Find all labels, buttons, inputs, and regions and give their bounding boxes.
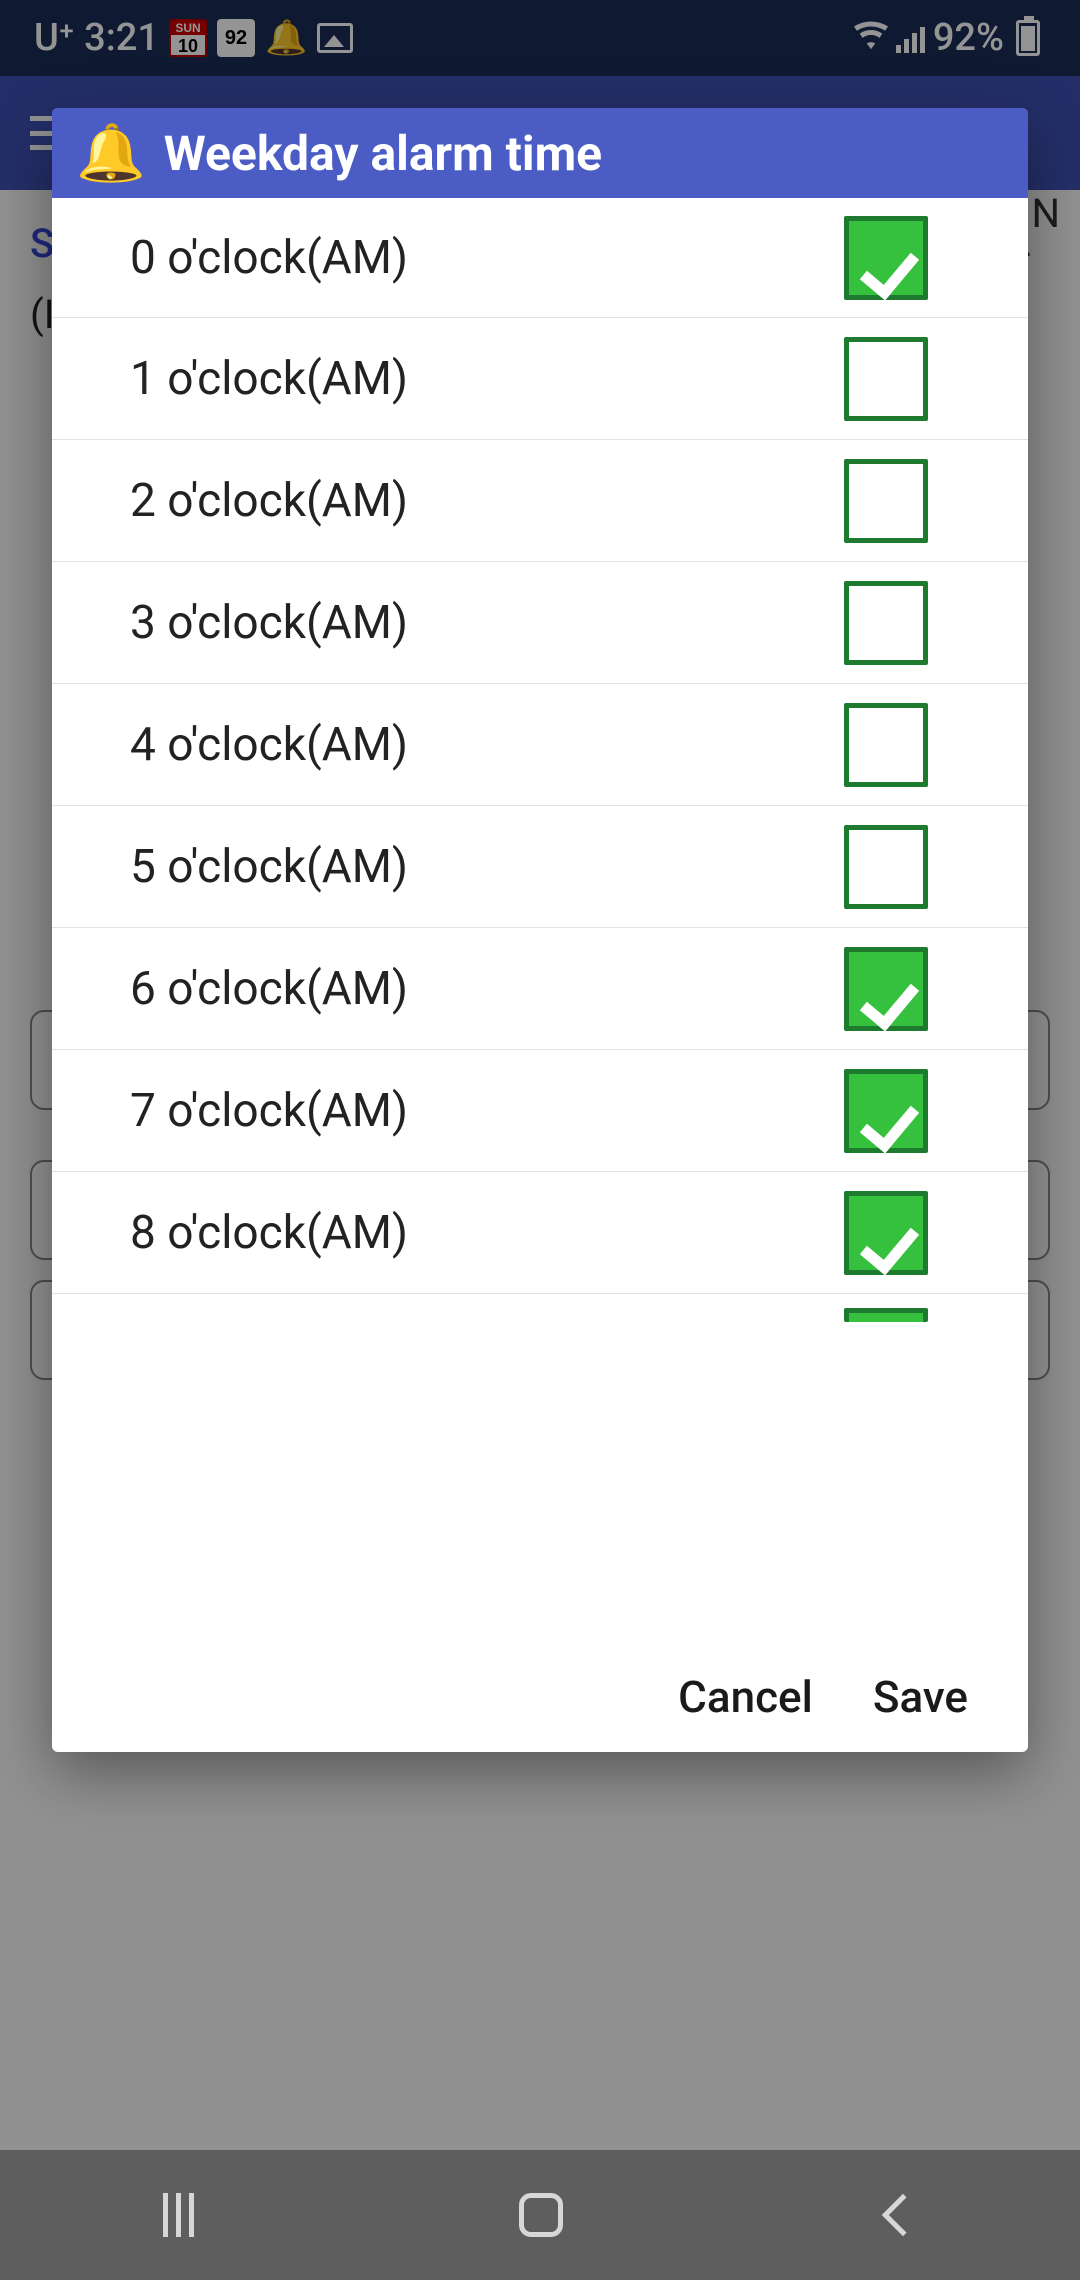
alarm-time-label: 7 o'clock(AM) [130, 1084, 408, 1138]
alarm-time-label: 6 o'clock(AM) [130, 962, 408, 1016]
alarm-time-checkbox[interactable] [844, 825, 928, 909]
cancel-button[interactable]: Cancel [678, 1671, 813, 1723]
alarm-time-checkbox[interactable] [844, 1191, 928, 1275]
alarm-time-row[interactable]: 1 o'clock(AM) [52, 318, 1028, 440]
alarm-time-checkbox[interactable] [844, 216, 928, 300]
alarm-time-checkbox [844, 1308, 928, 1322]
alarm-time-label: 0 o'clock(AM) [130, 231, 408, 285]
recent-apps-button[interactable] [163, 2193, 194, 2237]
alarm-time-checkbox[interactable] [844, 1069, 928, 1153]
dialog-header: 🔔 Weekday alarm time [52, 108, 1028, 198]
back-button[interactable] [881, 2194, 923, 2236]
alarm-time-checkbox[interactable] [844, 581, 928, 665]
home-button[interactable] [519, 2193, 563, 2237]
alarm-time-row[interactable]: 4 o'clock(AM) [52, 684, 1028, 806]
alarm-time-row[interactable]: 8 o'clock(AM) [52, 1172, 1028, 1294]
alarm-time-row[interactable]: 2 o'clock(AM) [52, 440, 1028, 562]
alarm-time-label: 3 o'clock(AM) [130, 596, 408, 650]
weekday-alarm-dialog: 🔔 Weekday alarm time 0 o'clock(AM) 1 o'cl… [52, 108, 1028, 1752]
alarm-time-row[interactable]: 7 o'clock(AM) [52, 1050, 1028, 1172]
alarm-time-row[interactable]: 3 o'clock(AM) [52, 562, 1028, 684]
alarm-time-row[interactable]: 0 o'clock(AM) [52, 198, 1028, 318]
alarm-time-label: 1 o'clock(AM) [130, 352, 408, 406]
alarm-time-checkbox[interactable] [844, 947, 928, 1031]
alarm-time-row[interactable]: 5 o'clock(AM) [52, 806, 1028, 928]
system-nav-bar [0, 2150, 1080, 2280]
alarm-time-label: 5 o'clock(AM) [130, 840, 408, 894]
bell-icon: 🔔 [76, 120, 146, 186]
alarm-time-row-partial: . [52, 1294, 1028, 1338]
dialog-title: Weekday alarm time [164, 125, 602, 182]
alarm-time-label: 2 o'clock(AM) [130, 474, 408, 528]
dialog-actions: Cancel Save [52, 1642, 1028, 1752]
alarm-time-label: 4 o'clock(AM) [130, 718, 408, 772]
alarm-time-label: 8 o'clock(AM) [130, 1206, 408, 1260]
save-button[interactable]: Save [873, 1671, 968, 1723]
alarm-time-checkbox[interactable] [844, 337, 928, 421]
alarm-time-checkbox[interactable] [844, 459, 928, 543]
alarm-time-list[interactable]: 0 o'clock(AM) 1 o'clock(AM) 2 o'clock(AM) 3… [52, 198, 1028, 1642]
alarm-time-row[interactable]: 6 o'clock(AM) [52, 928, 1028, 1050]
alarm-time-checkbox[interactable] [844, 703, 928, 787]
